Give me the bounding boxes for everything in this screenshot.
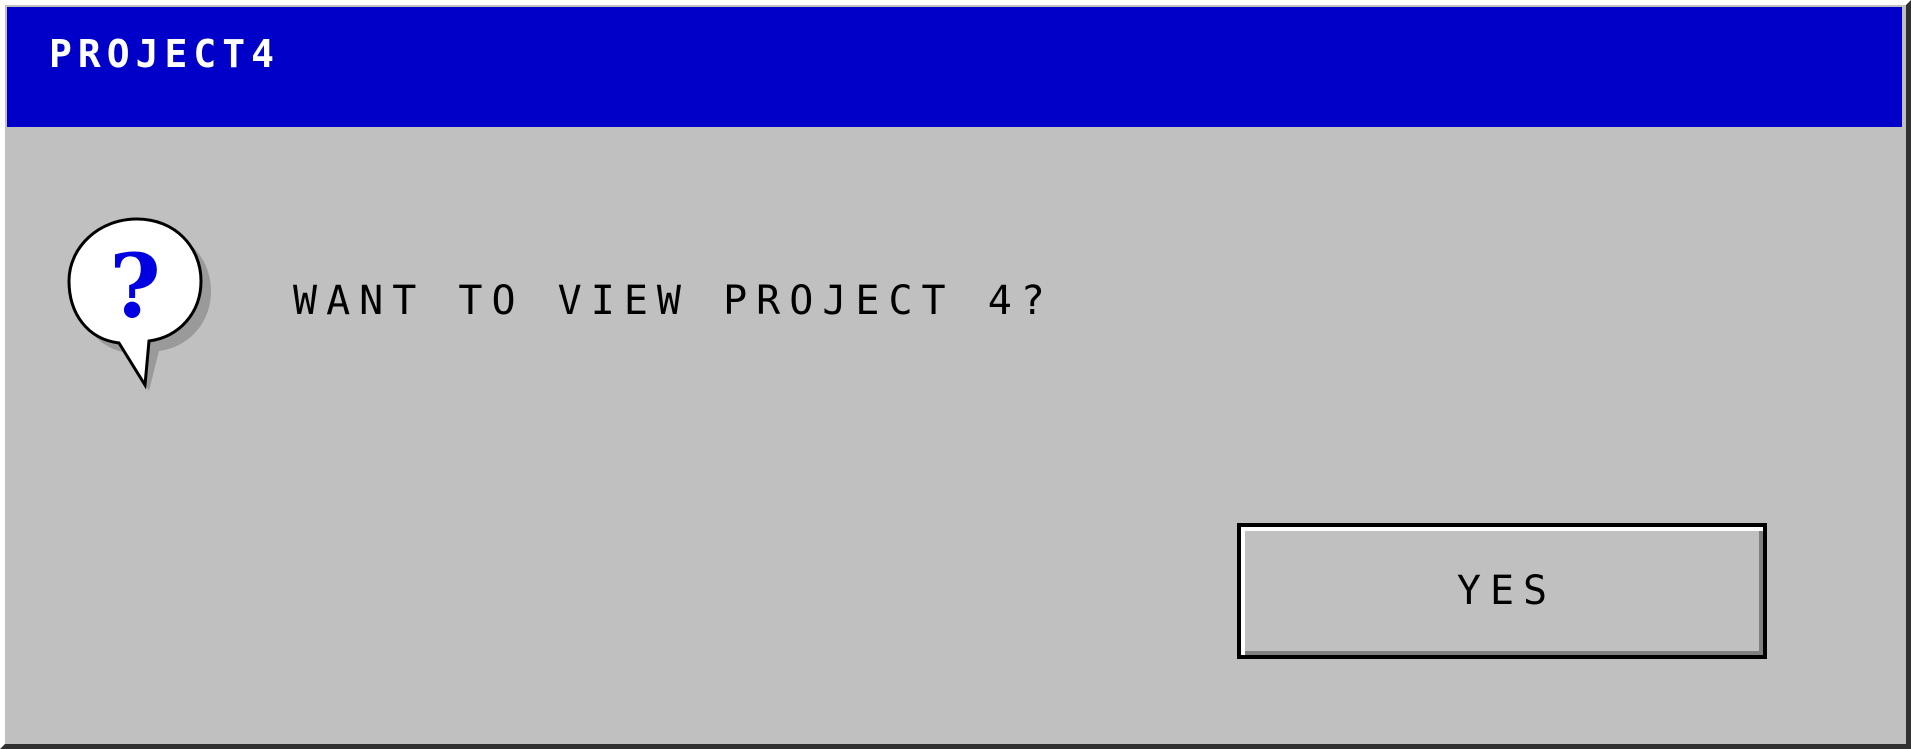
yes-button-label: YES: [1456, 568, 1557, 614]
yes-button[interactable]: YES: [1237, 523, 1767, 659]
title-bar[interactable]: PROJECT4: [7, 7, 1902, 127]
svg-text:?: ?: [109, 234, 161, 338]
window-title: PROJECT4: [49, 32, 281, 76]
question-icon: ?: [67, 213, 217, 403]
dialog-message: WANT TO VIEW PROJECT 4?: [293, 278, 1054, 324]
dialog-window: PROJECT4 ? WANT TO VIEW PROJECT 4? YES: [0, 0, 1911, 749]
